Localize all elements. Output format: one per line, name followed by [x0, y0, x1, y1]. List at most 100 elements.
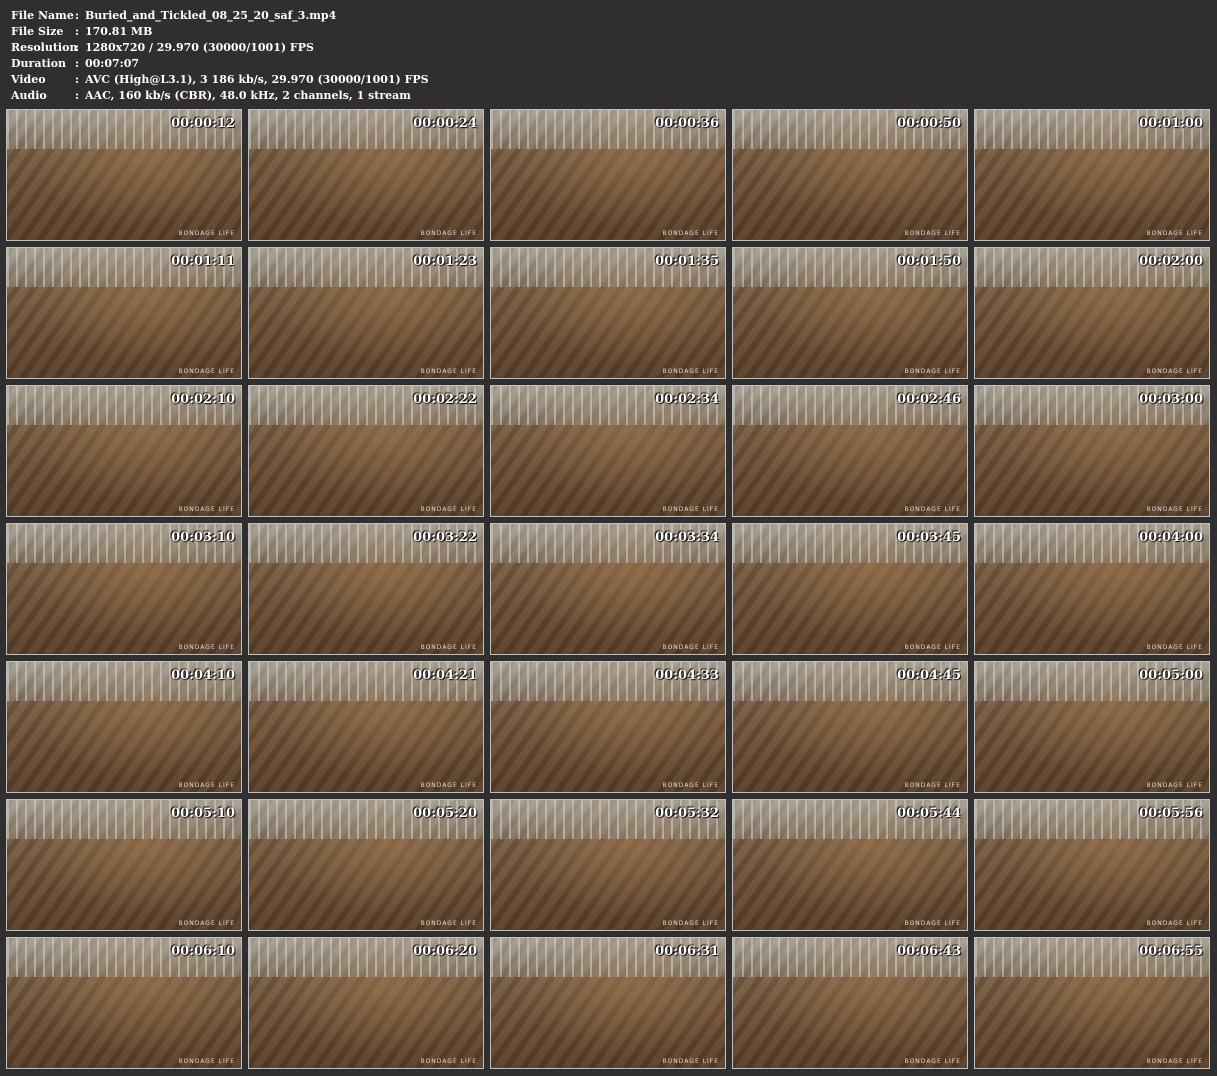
video-thumbnail[interactable]: 00:02:00 BONDAGE LIFE: [974, 247, 1210, 379]
video-thumbnail[interactable]: 00:04:00 BONDAGE LIFE: [974, 523, 1210, 655]
watermark-logo: BONDAGE LIFE: [178, 920, 235, 927]
info-row: Audio: AAC, 160 kb/s (CBR), 48.0 kHz, 2 c…: [11, 88, 429, 104]
watermark-logo: BONDAGE LIFE: [904, 644, 961, 651]
watermark-logo: BONDAGE LIFE: [1146, 230, 1203, 237]
thumbnail-timestamp: 00:01:11: [171, 254, 235, 269]
info-key: Duration: [11, 57, 67, 70]
video-thumbnail[interactable]: 00:05:00 BONDAGE LIFE: [974, 661, 1210, 793]
thumbnail-timestamp: 00:06:31: [655, 944, 719, 959]
video-thumbnail[interactable]: 00:05:56 BONDAGE LIFE: [974, 799, 1210, 931]
video-thumbnail[interactable]: 00:02:10 BONDAGE LIFE: [6, 385, 242, 517]
info-key: File Name: [11, 9, 74, 22]
info-separator: :: [75, 57, 80, 70]
video-thumbnail[interactable]: 00:00:36 BONDAGE LIFE: [490, 109, 726, 241]
video-thumbnail[interactable]: 00:01:00 BONDAGE LIFE: [974, 109, 1210, 241]
video-thumbnail[interactable]: 00:05:10 BONDAGE LIFE: [6, 799, 242, 931]
thumbnail-timestamp: 00:05:10: [171, 806, 235, 821]
info-separator: :: [75, 25, 80, 38]
thumbnail-timestamp: 00:05:32: [655, 806, 719, 821]
watermark-logo: BONDAGE LIFE: [662, 644, 719, 651]
video-thumbnail[interactable]: 00:06:43 BONDAGE LIFE: [732, 937, 968, 1069]
watermark-logo: BONDAGE LIFE: [662, 368, 719, 375]
watermark-logo: BONDAGE LIFE: [178, 506, 235, 513]
video-thumbnail[interactable]: 00:02:34 BONDAGE LIFE: [490, 385, 726, 517]
watermark-logo: BONDAGE LIFE: [420, 1058, 477, 1065]
video-thumbnail[interactable]: 00:05:32 BONDAGE LIFE: [490, 799, 726, 931]
video-thumbnail[interactable]: 00:04:21 BONDAGE LIFE: [248, 661, 484, 793]
video-thumbnail[interactable]: 00:05:20 BONDAGE LIFE: [248, 799, 484, 931]
video-thumbnail[interactable]: 00:00:24 BONDAGE LIFE: [248, 109, 484, 241]
watermark-logo: BONDAGE LIFE: [662, 782, 719, 789]
thumbnail-timestamp: 00:02:34: [655, 392, 719, 407]
thumbnail-timestamp: 00:01:50: [897, 254, 961, 269]
video-thumbnail[interactable]: 00:01:35 BONDAGE LIFE: [490, 247, 726, 379]
info-separator: :: [75, 73, 80, 86]
info-key: File Size: [11, 25, 64, 38]
video-thumbnail[interactable]: 00:01:23 BONDAGE LIFE: [248, 247, 484, 379]
video-thumbnail[interactable]: 00:06:55 BONDAGE LIFE: [974, 937, 1210, 1069]
info-row: File Size:170.81 MB: [11, 24, 429, 40]
video-thumbnail[interactable]: 00:03:10 BONDAGE LIFE: [6, 523, 242, 655]
info-row: Duration:00:07:07: [11, 56, 429, 72]
info-row: Video: AVC (High@L3.1), 3 186 kb/s, 29.97…: [11, 72, 429, 88]
watermark-logo: BONDAGE LIFE: [1146, 1058, 1203, 1065]
thumbnail-timestamp: 00:04:33: [655, 668, 719, 683]
watermark-logo: BONDAGE LIFE: [662, 506, 719, 513]
watermark-logo: BONDAGE LIFE: [420, 368, 477, 375]
video-thumbnail[interactable]: 00:03:00 BONDAGE LIFE: [974, 385, 1210, 517]
watermark-logo: BONDAGE LIFE: [1146, 368, 1203, 375]
video-thumbnail[interactable]: 00:03:45 BONDAGE LIFE: [732, 523, 968, 655]
video-thumbnail[interactable]: 00:00:12 BONDAGE LIFE: [6, 109, 242, 241]
watermark-logo: BONDAGE LIFE: [904, 230, 961, 237]
watermark-logo: BONDAGE LIFE: [178, 230, 235, 237]
watermark-logo: BONDAGE LIFE: [420, 506, 477, 513]
thumbnail-timestamp: 00:01:23: [413, 254, 477, 269]
video-thumbnail[interactable]: 00:03:34 BONDAGE LIFE: [490, 523, 726, 655]
thumbnail-timestamp: 00:00:36: [655, 116, 719, 131]
watermark-logo: BONDAGE LIFE: [904, 782, 961, 789]
video-thumbnail[interactable]: 00:06:10 BONDAGE LIFE: [6, 937, 242, 1069]
watermark-logo: BONDAGE LIFE: [662, 1058, 719, 1065]
info-key: Audio: [11, 89, 47, 102]
thumbnail-timestamp: 00:01:00: [1139, 116, 1203, 131]
watermark-logo: BONDAGE LIFE: [1146, 920, 1203, 927]
video-thumbnail[interactable]: 00:03:22 BONDAGE LIFE: [248, 523, 484, 655]
video-thumbnail[interactable]: 00:04:45 BONDAGE LIFE: [732, 661, 968, 793]
info-separator: :: [75, 9, 80, 22]
watermark-logo: BONDAGE LIFE: [178, 368, 235, 375]
watermark-logo: BONDAGE LIFE: [904, 920, 961, 927]
thumbnail-timestamp: 00:02:22: [413, 392, 477, 407]
watermark-logo: BONDAGE LIFE: [1146, 506, 1203, 513]
info-row: File Name: Buried_and_Tickled_08_25_20_sa…: [11, 8, 429, 24]
watermark-logo: BONDAGE LIFE: [904, 506, 961, 513]
video-thumbnail[interactable]: 00:00:50 BONDAGE LIFE: [732, 109, 968, 241]
watermark-logo: BONDAGE LIFE: [178, 1058, 235, 1065]
video-thumbnail[interactable]: 00:04:33 BONDAGE LIFE: [490, 661, 726, 793]
watermark-logo: BONDAGE LIFE: [178, 782, 235, 789]
thumbnail-timestamp: 00:04:45: [897, 668, 961, 683]
video-thumbnail[interactable]: 00:06:20 BONDAGE LIFE: [248, 937, 484, 1069]
watermark-logo: BONDAGE LIFE: [420, 644, 477, 651]
thumbnail-timestamp: 00:01:35: [655, 254, 719, 269]
info-row: Resolution:1280x720 / 29.970 (30000/1001…: [11, 40, 429, 56]
video-thumbnail[interactable]: 00:04:10 BONDAGE LIFE: [6, 661, 242, 793]
info-value: Buried_and_Tickled_08_25_20_saf_3.mp4: [85, 9, 337, 22]
video-thumbnail[interactable]: 00:05:44 BONDAGE LIFE: [732, 799, 968, 931]
info-separator: :: [75, 41, 80, 54]
video-thumbnail[interactable]: 00:06:31 BONDAGE LIFE: [490, 937, 726, 1069]
watermark-logo: BONDAGE LIFE: [662, 230, 719, 237]
video-thumbnail[interactable]: 00:01:50 BONDAGE LIFE: [732, 247, 968, 379]
video-thumbnail[interactable]: 00:01:11 BONDAGE LIFE: [6, 247, 242, 379]
video-thumbnail[interactable]: 00:02:46 BONDAGE LIFE: [732, 385, 968, 517]
video-thumbnail[interactable]: 00:02:22 BONDAGE LIFE: [248, 385, 484, 517]
info-value: 1280x720 / 29.970 (30000/1001) FPS: [85, 41, 314, 54]
info-value: 170.81 MB: [85, 25, 153, 38]
thumbnail-timestamp: 00:05:44: [897, 806, 961, 821]
thumbnail-timestamp: 00:06:20: [413, 944, 477, 959]
watermark-logo: BONDAGE LIFE: [1146, 644, 1203, 651]
info-value: AAC, 160 kb/s (CBR), 48.0 kHz, 2 channel…: [85, 89, 411, 102]
info-value: 00:07:07: [85, 57, 140, 70]
info-key: Video: [11, 73, 46, 86]
thumbnail-timestamp: 00:05:20: [413, 806, 477, 821]
thumbnail-timestamp: 00:06:55: [1139, 944, 1203, 959]
